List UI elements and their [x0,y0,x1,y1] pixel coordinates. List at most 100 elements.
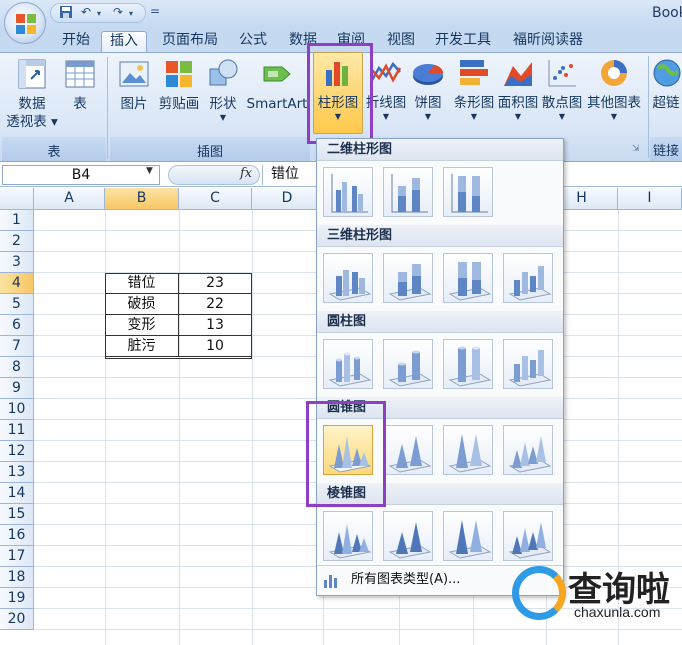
col-header-d[interactable]: D [252,188,323,210]
tab-page-layout[interactable]: 页面布局 [154,31,226,52]
3d-percent-stacked-column-option[interactable] [443,253,493,303]
row-header-8[interactable]: 8 [0,357,34,378]
pie-chart-button[interactable]: 饼图 ▼ [408,56,448,122]
undo-icon[interactable]: ↶ [81,5,91,19]
all-charts-icon [324,575,337,588]
percent-stacked-column-icon [451,174,488,213]
3d-stacked-column-option[interactable] [383,253,433,303]
row-header-2[interactable]: 2 [0,231,34,252]
pivot-table-icon [18,59,46,89]
name-box[interactable]: B4 [2,165,160,185]
clustered-pyramid-option[interactable] [323,511,373,561]
picture-icon [119,61,149,87]
row-header-6[interactable]: 6 [0,315,34,336]
row-header-3[interactable]: 3 [0,252,34,273]
smartart-icon [263,66,291,82]
row-header-4[interactable]: 4 [0,273,34,294]
section-3d-column: 三维柱形图 [317,225,563,247]
picture-button[interactable]: 图片 [114,57,154,113]
percent-stacked-cylinder-option[interactable] [443,339,493,389]
pie-chart-label: 饼图 [414,95,442,111]
other-charts-dropdown-icon: ▼ [610,112,618,121]
stacked-cone-option[interactable] [383,425,433,475]
col-header-a[interactable]: A [34,188,105,210]
3d-percent-stacked-column-icon [448,262,492,301]
row-header-11[interactable]: 11 [0,420,34,441]
dialog-launcher-icon[interactable]: ⇲ [632,144,640,154]
3d-column-icon [508,266,552,301]
3d-clustered-column-option[interactable] [323,253,373,303]
clipart-button[interactable]: 剪贴画 [156,57,202,113]
percent-stacked-column-option[interactable] [443,167,493,217]
row-header-1[interactable]: 1 [0,210,34,231]
scatter-chart-button[interactable]: 散点图 ▼ [540,56,584,122]
row-header-17[interactable]: 17 [0,546,34,567]
bar-chart-button[interactable]: 条形图 ▼ [450,56,498,122]
hyperlink-button[interactable]: 超链 [650,56,682,112]
3d-cylinder-option[interactable] [503,339,553,389]
group-tables-label: 表 [47,145,61,160]
clipart-label: 剪贴画 [158,96,200,112]
col-header-c[interactable]: C [179,188,252,210]
row-header-19[interactable]: 19 [0,588,34,609]
all-chart-types-label: 所有图表类型(A)... [351,572,461,587]
other-charts-icon [601,60,627,86]
stacked-column-option[interactable] [383,167,433,217]
clustered-column-icon [331,174,368,213]
row-header-12[interactable]: 12 [0,441,34,462]
row-header-5[interactable]: 5 [0,294,34,315]
3d-cone-option[interactable] [503,425,553,475]
percent-stacked-pyramid-option[interactable] [443,511,493,561]
group-illustrations-label: 插图 [196,145,223,160]
redo-icon[interactable]: ↷ [113,5,123,19]
bar-chart-dropdown-icon: ▼ [470,112,478,121]
grid-line [252,210,253,645]
pivot-table-button[interactable]: 数据 透视表 ▾ [6,57,58,131]
watermark-logo-icon [512,566,566,620]
3d-pyramid-icon [508,522,552,559]
row-header-15[interactable]: 15 [0,504,34,525]
3d-clustered-column-icon [328,270,372,301]
percent-stacked-cone-option[interactable] [443,425,493,475]
insert-function-icon[interactable]: fx [240,166,252,181]
3d-column-option[interactable] [503,253,553,303]
select-all-corner[interactable] [0,188,34,210]
shapes-button[interactable]: 形状 ▼ [204,57,242,123]
tab-insert[interactable]: 插入 [101,31,147,52]
name-box-dropdown-icon[interactable]: ▼ [146,166,153,176]
row-header-14[interactable]: 14 [0,483,34,504]
hyperlink-label: 超链 [652,95,680,111]
row-header-10[interactable]: 10 [0,399,34,420]
row-header-13[interactable]: 13 [0,462,34,483]
line-chart-icon [370,61,402,83]
clustered-column-option[interactable] [323,167,373,217]
row-header-9[interactable]: 9 [0,378,34,399]
area-chart-dropdown-icon: ▼ [514,112,522,121]
area-chart-button[interactable]: 面积图 ▼ [496,56,540,122]
row-header-16[interactable]: 16 [0,525,34,546]
tab-foxit-reader[interactable]: 福昕阅读器 [506,31,590,52]
col-header-b[interactable]: B [105,188,179,210]
table-button[interactable]: 表 [60,57,100,113]
save-icon[interactable] [59,5,73,22]
shapes-label: 形状 [209,96,237,112]
undo-dropdown-icon[interactable]: ▾ [97,9,101,18]
tab-formulas[interactable]: 公式 [232,31,274,52]
col-header-i[interactable]: I [618,188,682,210]
row-header-7[interactable]: 7 [0,336,34,357]
stacked-cylinder-option[interactable] [383,339,433,389]
tab-developer[interactable]: 开发工具 [430,31,496,52]
stacked-pyramid-option[interactable] [383,511,433,561]
row-header-18[interactable]: 18 [0,567,34,588]
customize-qat-icon[interactable]: = [150,4,160,18]
tab-home[interactable]: 开始 [54,31,98,52]
table-label: 表 [73,96,87,112]
clustered-cylinder-option[interactable] [323,339,373,389]
row-header-20[interactable]: 20 [0,609,34,630]
3d-pyramid-option[interactable] [503,511,553,561]
tab-view[interactable]: 视图 [380,31,422,52]
redo-dropdown-icon[interactable]: ▾ [129,9,133,18]
other-charts-button[interactable]: 其他图表 ▼ [584,56,644,122]
office-button[interactable] [4,2,46,44]
smartart-button[interactable]: SmartArt [244,57,310,113]
